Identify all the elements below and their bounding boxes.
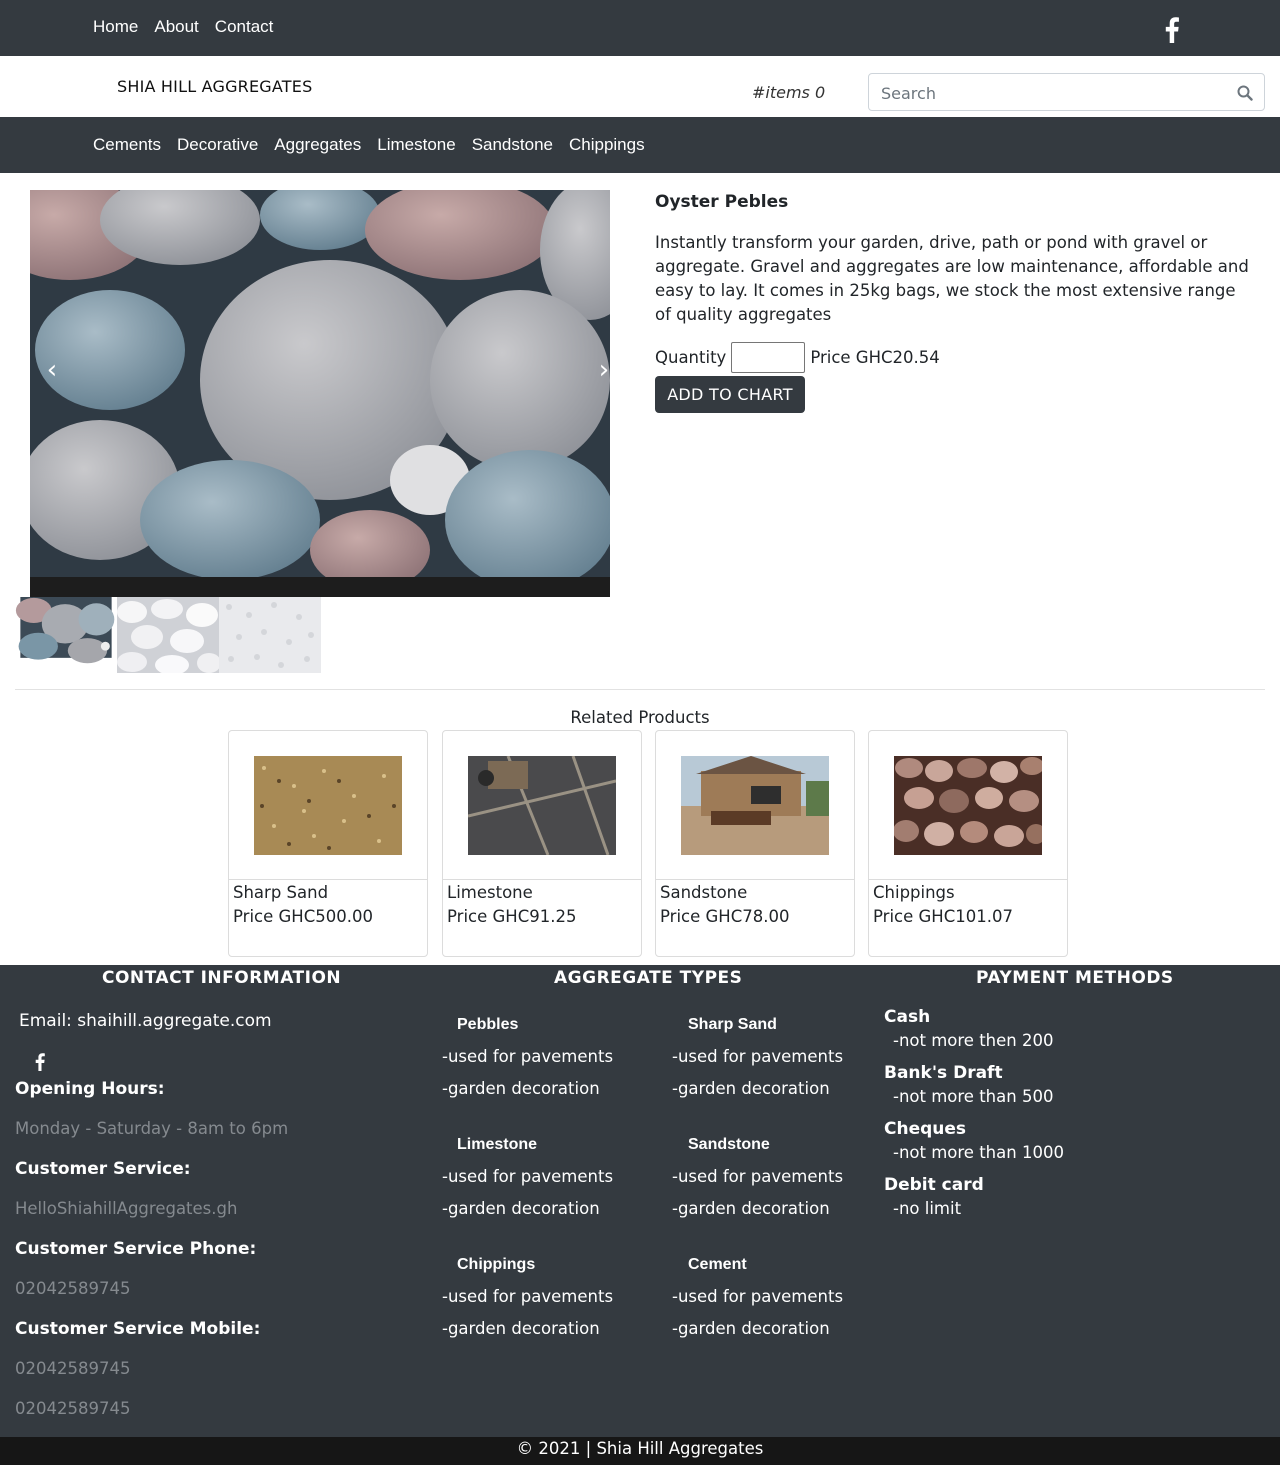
related-card-image — [869, 731, 1067, 880]
product-image — [30, 190, 610, 577]
carousel-next-button[interactable]: › — [589, 350, 610, 390]
category-cements-link[interactable]: Cements — [93, 135, 161, 155]
aggregate-type-name: Sharp Sand — [688, 1016, 777, 1033]
contact-email: Email: shaihill.aggregate.com — [19, 1011, 272, 1031]
aggregate-type-use: -used for pavements — [672, 1167, 844, 1186]
related-card-image — [443, 731, 641, 880]
aggregate-type-use: -garden decoration — [672, 1319, 830, 1338]
customer-service-value: HelloShiahillAggregates.gh — [15, 1199, 238, 1218]
thumbnail-white-pebbles[interactable] — [117, 597, 219, 673]
aggregate-types-heading: AGGREGATE TYPES — [554, 968, 743, 988]
related-card-price: Price GHC78.00 — [660, 907, 790, 926]
payment-method-limit: -not more than 1000 — [893, 1143, 1064, 1162]
related-products-title: Related Products — [570, 708, 710, 727]
cart-count[interactable]: #items 0 — [752, 83, 825, 102]
related-card-limestone[interactable]: Limestone Price GHC91.25 — [442, 730, 642, 957]
aggregate-type-use: -garden decoration — [442, 1199, 600, 1218]
aggregate-type-use: -used for pavements — [442, 1287, 614, 1306]
payment-method-limit: -no limit — [893, 1199, 962, 1218]
aggregate-type-use: -used for pavements — [672, 1047, 844, 1066]
category-chippings-link[interactable]: Chippings — [569, 135, 645, 155]
category-aggregates-link[interactable]: Aggregates — [274, 135, 361, 155]
aggregate-type-use: -garden decoration — [672, 1199, 830, 1218]
footer: CONTACT INFORMATION Email: shaihill.aggr… — [0, 965, 1280, 1437]
product-description: Instantly transform your garden, drive, … — [655, 233, 1249, 324]
aggregate-type-use: -used for pavements — [672, 1287, 844, 1306]
nav-home-link[interactable]: Home — [93, 17, 138, 37]
payment-method-name: Debit card — [884, 1175, 984, 1195]
related-card-price: Price GHC91.25 — [447, 907, 577, 926]
top-navbar: Home About Contact — [0, 0, 1280, 56]
aggregate-type-use: -garden decoration — [442, 1079, 600, 1098]
related-card-name[interactable]: Sharp Sand — [233, 883, 328, 902]
product-title: Oyster Pebles — [655, 192, 789, 212]
contact-heading: CONTACT INFORMATION — [102, 968, 342, 988]
quantity-row: Quantity Price GHC20.54 — [655, 342, 940, 373]
opening-hours-label: Opening Hours: — [15, 1079, 165, 1099]
aggregate-type-name: Limestone — [457, 1136, 538, 1153]
product-carousel: ‹ › — [30, 190, 610, 597]
thumbnail-pebbles[interactable] — [15, 597, 117, 673]
aggregate-type-use: -used for pavements — [442, 1167, 614, 1186]
quantity-label: Quantity — [655, 348, 727, 367]
payment-method-limit: -not more then 200 — [893, 1031, 1054, 1050]
add-to-cart-button[interactable]: ADD TO CHART — [655, 376, 805, 413]
payment-method-name: Bank's Draft — [884, 1063, 1003, 1083]
related-card-name[interactable]: Limestone — [447, 883, 533, 902]
brand-bar: SHIA HILL AGGREGATES #items 0 — [0, 56, 1280, 117]
related-card-price: Price GHC101.07 — [873, 907, 1013, 926]
related-card-image — [229, 731, 427, 880]
thumbnail-white-chippings[interactable] — [219, 597, 321, 673]
customer-mobile-value: 02042589745 — [15, 1399, 131, 1418]
customer-service-label: Customer Service: — [15, 1159, 191, 1179]
payment-method-limit: -not more than 500 — [893, 1087, 1054, 1106]
payment-methods-heading: PAYMENT METHODS — [976, 968, 1174, 988]
related-card-name[interactable]: Sandstone — [660, 883, 747, 902]
carousel-prev-button[interactable]: ‹ — [37, 350, 67, 390]
nav-about-link[interactable]: About — [154, 17, 198, 37]
aggregate-type-use: -garden decoration — [672, 1079, 830, 1098]
category-decorative-link[interactable]: Decorative — [177, 135, 258, 155]
copyright-bar: © 2021 | Shia Hill Aggregates — [0, 1437, 1280, 1465]
search-icon[interactable] — [1237, 85, 1253, 101]
payment-method-name: Cheques — [884, 1119, 967, 1139]
aggregate-type-name: Sandstone — [688, 1136, 770, 1153]
related-card-chippings[interactable]: Chippings Price GHC101.07 — [868, 730, 1068, 957]
brand-name[interactable]: SHIA HILL AGGREGATES — [117, 77, 312, 96]
related-card-name[interactable]: Chippings — [873, 883, 955, 902]
customer-phone-label: Customer Service Phone: — [15, 1239, 257, 1259]
product-price: Price GHC20.54 — [810, 348, 940, 367]
aggregate-type-name: Chippings — [457, 1256, 536, 1273]
related-card-sandstone[interactable]: Sandstone Price GHC78.00 — [655, 730, 855, 957]
aggregate-type-name: Pebbles — [457, 1016, 519, 1033]
customer-mobile-value: 02042589745 — [15, 1359, 131, 1378]
facebook-icon[interactable] — [34, 1053, 46, 1071]
related-card-image — [656, 731, 854, 880]
facebook-icon[interactable] — [1164, 17, 1180, 43]
search-box — [868, 73, 1265, 111]
payment-method-name: Cash — [884, 1007, 931, 1027]
category-navbar: Cements Decorative Aggregates Limestone … — [0, 117, 1280, 173]
aggregate-type-use: -garden decoration — [442, 1319, 600, 1338]
thumbnail-strip — [15, 597, 321, 673]
category-sandstone-link[interactable]: Sandstone — [472, 135, 553, 155]
aggregate-type-use: -used for pavements — [442, 1047, 614, 1066]
search-input[interactable] — [881, 82, 1221, 104]
aggregate-type-name: Cement — [688, 1256, 747, 1273]
related-card-price: Price GHC500.00 — [233, 907, 373, 926]
nav-contact-link[interactable]: Contact — [215, 17, 274, 37]
category-limestone-link[interactable]: Limestone — [377, 135, 455, 155]
related-card-sharp-sand[interactable]: Sharp Sand Price GHC500.00 — [228, 730, 428, 957]
quantity-input[interactable] — [731, 342, 806, 373]
top-nav-links: Home About Contact — [93, 17, 273, 37]
opening-hours-value: Monday - Saturday - 8am to 6pm — [15, 1119, 289, 1138]
category-links: Cements Decorative Aggregates Limestone … — [93, 135, 645, 155]
divider — [15, 689, 1265, 690]
customer-phone-value: 02042589745 — [15, 1279, 131, 1298]
customer-mobile-label: Customer Service Mobile: — [15, 1319, 261, 1339]
